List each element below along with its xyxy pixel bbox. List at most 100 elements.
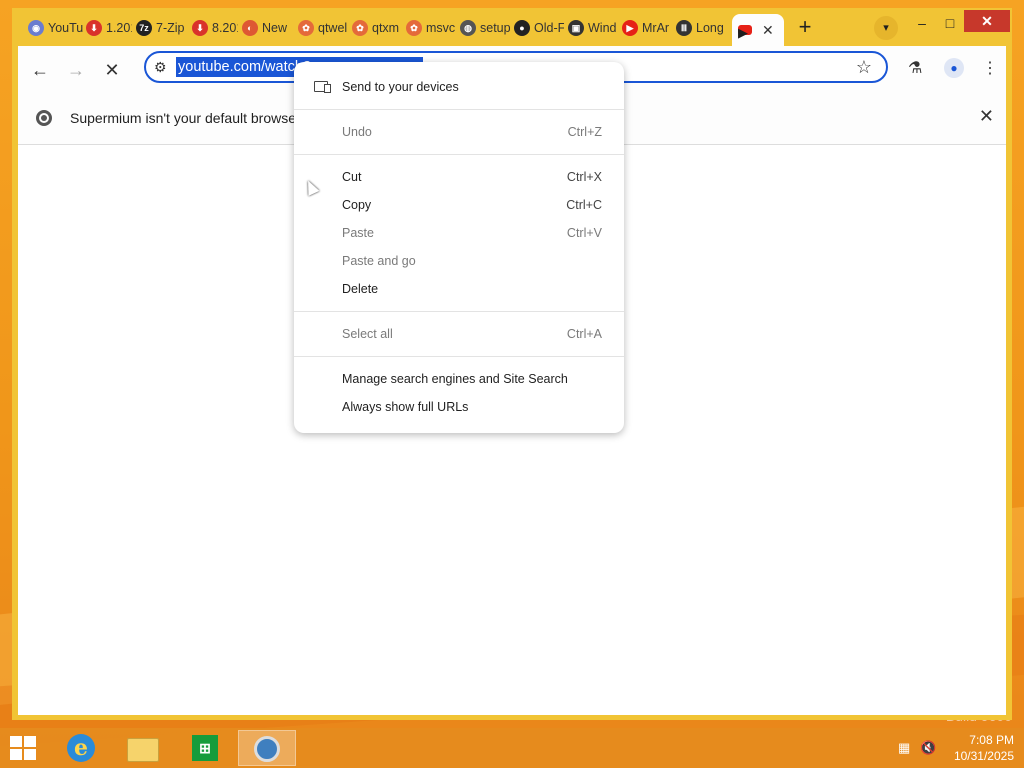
tab-label: 8.201 bbox=[212, 21, 238, 35]
taskbar-store-button[interactable]: ⊞ bbox=[176, 730, 234, 766]
github-icon: ● bbox=[514, 20, 530, 36]
menu-item-cut[interactable]: Cut Ctrl+X bbox=[294, 164, 624, 192]
menu-item-label: Cut bbox=[342, 170, 362, 184]
clock-time: 7:08 PM bbox=[969, 733, 1014, 747]
profile-avatar[interactable]: ● bbox=[944, 58, 964, 78]
tab-12[interactable]: Ⅲ Long bbox=[676, 16, 726, 40]
clock-date: 10/31/2025 bbox=[953, 749, 1014, 763]
window-icon: ▣ bbox=[568, 20, 584, 36]
tab-label: qtxm bbox=[372, 21, 400, 35]
menu-item-label: Paste bbox=[342, 226, 374, 240]
tab-label: Old-F bbox=[534, 21, 564, 35]
taskbar-ie-button[interactable]: e bbox=[52, 730, 110, 766]
infobar-close-icon[interactable]: ✕ bbox=[979, 106, 994, 127]
menu-item-label: Always show full URLs bbox=[342, 400, 469, 414]
tab-1[interactable]: ⬇ 1.201 bbox=[86, 16, 132, 40]
tab-4[interactable]: ◐ New bbox=[242, 16, 294, 40]
menu-separator bbox=[294, 154, 624, 155]
tab-11[interactable]: ▶ MrAr bbox=[622, 16, 672, 40]
minimize-button[interactable]: – bbox=[912, 12, 932, 34]
tab-8[interactable]: ◍ setup bbox=[460, 16, 510, 40]
menu-item-always-show-full-urls[interactable]: Always show full URLs bbox=[294, 394, 624, 422]
taskbar-browser-button[interactable] bbox=[238, 730, 296, 766]
infobar-message: Supermium isn't your default browser bbox=[70, 110, 301, 126]
maximize-button[interactable]: □ bbox=[940, 12, 960, 34]
menu-item-manage-search-engines-and-site-search[interactable]: Manage search engines and Site Search bbox=[294, 366, 624, 394]
tab-label: setup bbox=[480, 21, 510, 35]
7zip-icon: 7z bbox=[136, 20, 152, 36]
duckduckgo-icon: ◐ bbox=[242, 20, 258, 36]
start-button[interactable] bbox=[10, 736, 38, 762]
menu-item-shortcut: Ctrl+Z bbox=[567, 125, 602, 139]
tab-10[interactable]: ▣ Wind bbox=[568, 16, 618, 40]
chevron-down-icon[interactable]: ▾ bbox=[874, 16, 898, 40]
tab-0[interactable]: ◉ YouTu bbox=[28, 16, 84, 40]
tab-label: 1.201 bbox=[106, 21, 132, 35]
labs-icon[interactable]: ⚗ bbox=[908, 58, 922, 78]
menu-item-label: Select all bbox=[342, 327, 393, 341]
menu-item-shortcut: Ctrl+V bbox=[566, 226, 602, 240]
taskbar: e ⊞ ▦ 🔇 7:08 PM 10/31/2025 bbox=[0, 728, 1024, 768]
menu-kebab-icon[interactable]: ⋮ bbox=[982, 58, 998, 78]
youtube-icon: ▶ bbox=[622, 20, 638, 36]
menu-item-label: Undo bbox=[342, 125, 372, 139]
tab-label: MrAr bbox=[642, 21, 670, 35]
tab-5[interactable]: ✿ qtwel bbox=[298, 16, 348, 40]
tab-strip: ▶ ✕ + ▾ – □ ✕ ◉YouTu⬇1.2017z7-Zip⬇8.201◐… bbox=[12, 8, 1012, 46]
tab-label: qtwel bbox=[318, 21, 348, 35]
context-menu: Send to your devices Undo Ctrl+Z Cut Ctrl+X C… bbox=[294, 62, 624, 433]
forward-button[interactable]: → bbox=[62, 56, 90, 84]
menu-separator bbox=[294, 356, 624, 357]
menu-item-send-to-your-devices[interactable]: Send to your devices bbox=[294, 74, 624, 102]
site-info-icon[interactable]: ⚙ bbox=[154, 59, 167, 76]
tab-label: Long bbox=[696, 21, 724, 35]
menu-item-label: Paste and go bbox=[342, 254, 416, 268]
tab-label: YouTu bbox=[48, 21, 84, 35]
flower-icon: ✿ bbox=[298, 20, 314, 36]
store-icon: ⊞ bbox=[192, 735, 218, 761]
tab-2[interactable]: 7z 7-Zip bbox=[136, 16, 188, 40]
tab-label: Wind bbox=[588, 21, 617, 35]
menu-item-delete[interactable]: Delete bbox=[294, 276, 624, 304]
tab-3[interactable]: ⬇ 8.201 bbox=[192, 16, 238, 40]
close-tab-icon[interactable]: ✕ bbox=[762, 22, 774, 39]
taskbar-clock[interactable]: 7:08 PM 10/31/2025 bbox=[954, 732, 1014, 764]
menu-separator bbox=[294, 311, 624, 312]
download-icon: ⬇ bbox=[86, 20, 102, 36]
volume-muted-icon[interactable]: 🔇 bbox=[920, 740, 936, 756]
menu-item-undo: Undo Ctrl+Z bbox=[294, 119, 624, 147]
menu-item-shortcut: Ctrl+C bbox=[566, 198, 602, 212]
browser-logo-icon bbox=[36, 110, 52, 126]
menu-item-label: Copy bbox=[342, 198, 372, 212]
archive-icon: Ⅲ bbox=[676, 20, 692, 36]
menu-item-label: Delete bbox=[342, 282, 379, 296]
bookmark-star-icon[interactable]: ☆ bbox=[856, 57, 872, 78]
tab-label: msvc bbox=[426, 21, 456, 35]
tab-active[interactable]: ▶ ✕ bbox=[732, 14, 784, 46]
close-window-button[interactable]: ✕ bbox=[964, 10, 1010, 32]
network-icon[interactable]: ▦ bbox=[898, 740, 910, 756]
menu-item-label: Manage search engines and Site Search bbox=[342, 372, 568, 386]
youtube-icon: ▶ bbox=[738, 25, 752, 40]
tab-label: 7-Zip bbox=[156, 21, 185, 35]
download-icon: ⬇ bbox=[192, 20, 208, 36]
menu-item-shortcut: Ctrl+A bbox=[566, 327, 602, 341]
menu-item-label: Send to your devices bbox=[342, 80, 459, 94]
tab-6[interactable]: ✿ qtxm bbox=[352, 16, 402, 40]
globe-icon: ◍ bbox=[460, 20, 476, 36]
back-button[interactable]: ← bbox=[26, 56, 54, 84]
tab-label: New bbox=[262, 21, 288, 35]
browser-icon bbox=[254, 736, 280, 762]
stop-button[interactable]: ✕ bbox=[98, 56, 126, 84]
menu-item-paste: Paste Ctrl+V bbox=[294, 220, 624, 248]
tab-7[interactable]: ✿ msvc bbox=[406, 16, 456, 40]
devices-icon bbox=[314, 81, 331, 93]
folder-icon bbox=[127, 738, 159, 762]
menu-item-paste-and-go: Paste and go bbox=[294, 248, 624, 276]
taskbar-explorer-button[interactable] bbox=[114, 730, 172, 766]
new-tab-button[interactable]: + bbox=[792, 14, 818, 40]
tab-9[interactable]: ● Old-F bbox=[514, 16, 564, 40]
menu-item-select-all: Select all Ctrl+A bbox=[294, 321, 624, 349]
menu-item-copy[interactable]: Copy Ctrl+C bbox=[294, 192, 624, 220]
flower-icon: ✿ bbox=[352, 20, 368, 36]
